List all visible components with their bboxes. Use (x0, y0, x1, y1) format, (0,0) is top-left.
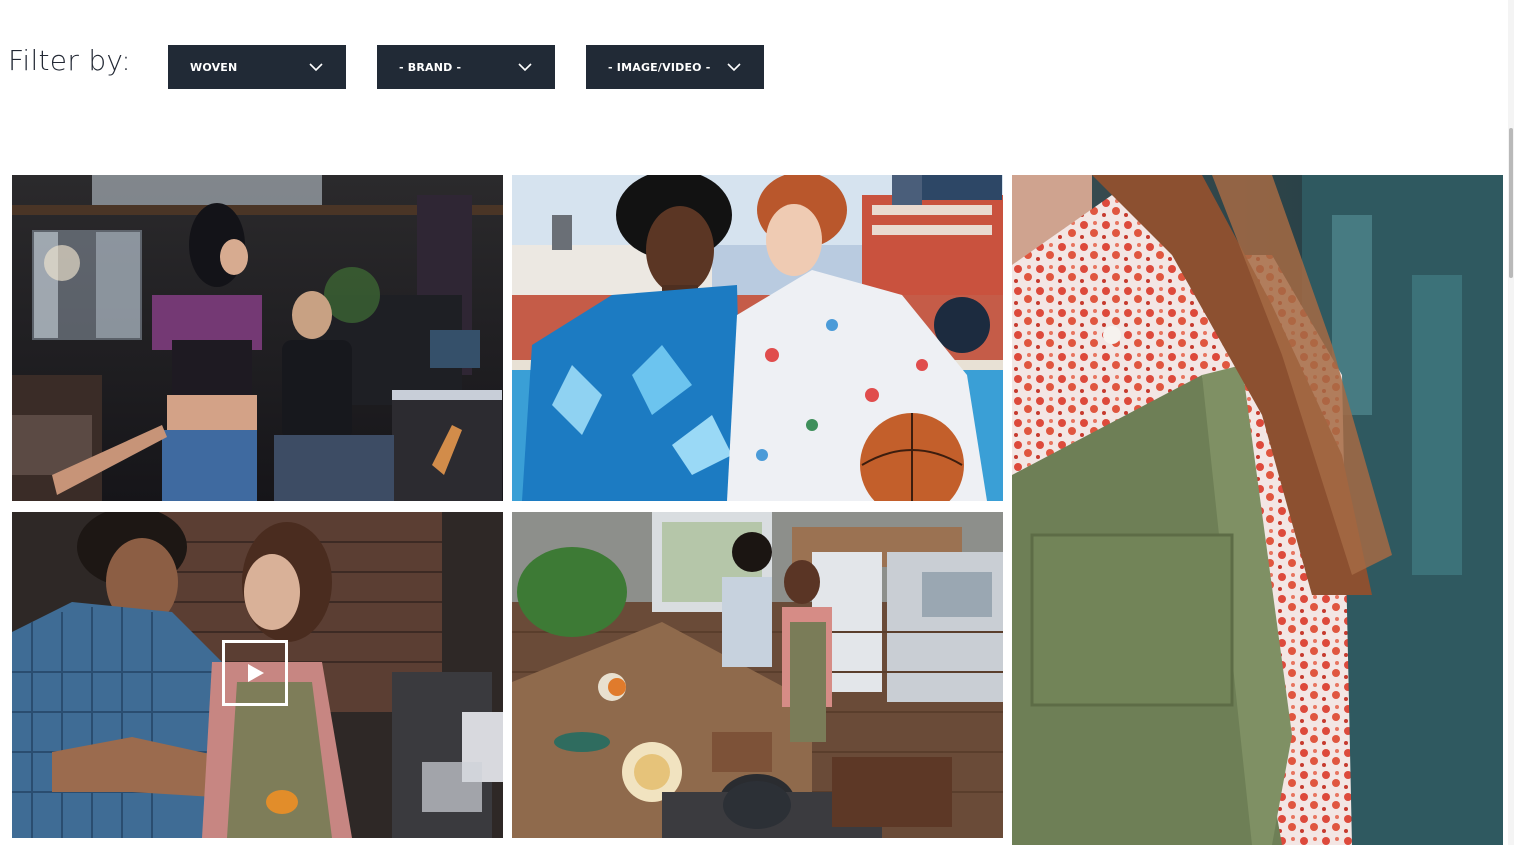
filter-dropdown-brand[interactable]: - BRAND - (377, 45, 555, 89)
page: Filter by: WOVEN - BRAND - - IMAGE/VIDEO… (0, 0, 1514, 845)
gallery-tile-kitchen[interactable] (512, 512, 1003, 838)
studio-photo (12, 175, 503, 501)
chevron-down-icon (309, 63, 323, 72)
filter-dropdown-media-type[interactable]: - IMAGE/VIDEO - (586, 45, 764, 89)
page-scrollbar[interactable] (1508, 0, 1514, 845)
gallery-tile-basketball[interactable] (512, 175, 1003, 501)
chevron-down-icon (518, 63, 532, 72)
filter-dropdown-category[interactable]: WOVEN (168, 45, 346, 89)
scrollbar-thumb[interactable] (1509, 128, 1513, 278)
gallery-tile-couple-video[interactable] (12, 512, 503, 838)
filter-label: Filter by: (8, 44, 131, 77)
kitchen-photo (512, 512, 1003, 838)
filter-dropdown-category-value: WOVEN (190, 60, 238, 74)
apron-photo (1012, 175, 1503, 845)
basketball-photo (512, 175, 1003, 501)
gallery-tile-studio[interactable] (12, 175, 503, 501)
gallery-tile-apron[interactable] (1012, 175, 1503, 845)
filter-dropdown-media-type-value: - IMAGE/VIDEO - (608, 60, 711, 74)
filter-dropdown-brand-value: - BRAND - (399, 60, 462, 74)
play-button[interactable] (222, 640, 288, 706)
chevron-down-icon (727, 63, 741, 72)
play-icon (248, 664, 264, 682)
